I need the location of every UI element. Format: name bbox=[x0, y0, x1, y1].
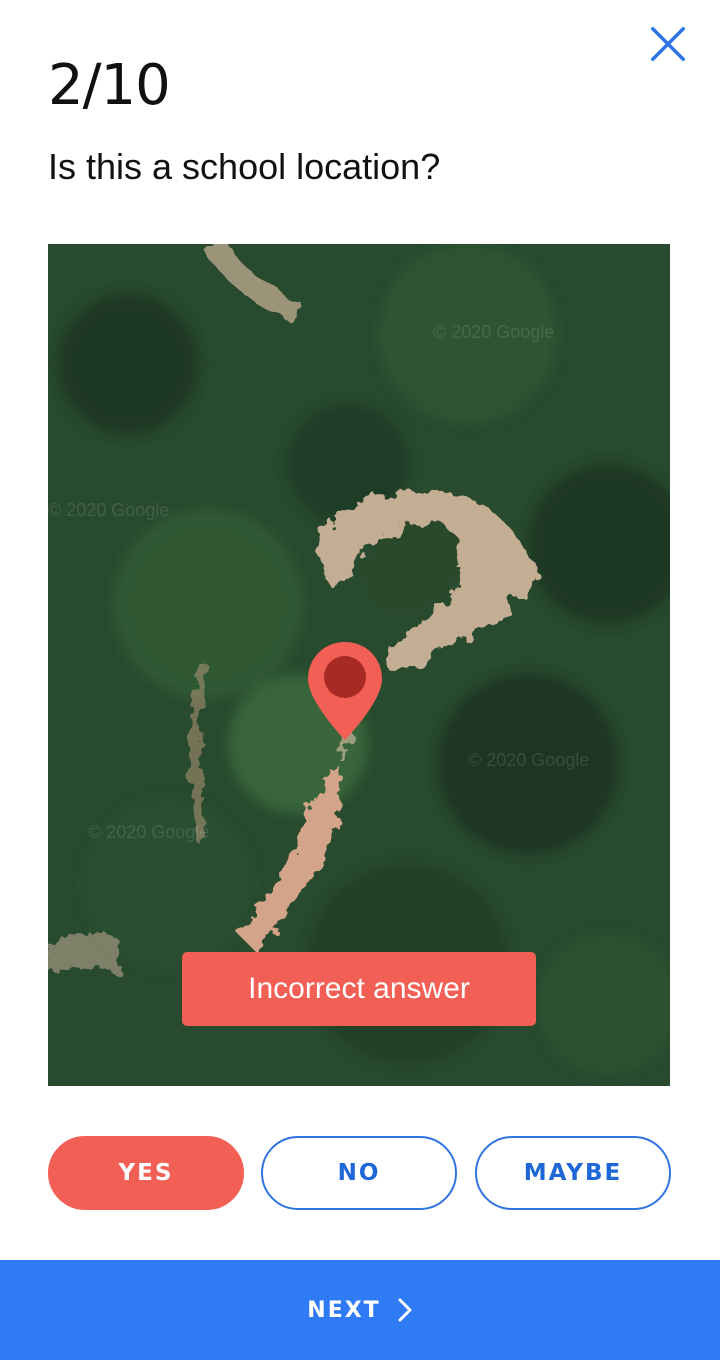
map-watermark: © 2020 Google bbox=[468, 750, 590, 770]
question-text: Is this a school location? bbox=[48, 146, 441, 187]
map-watermark: © 2020 Google bbox=[48, 500, 170, 520]
next-button[interactable]: NEXT bbox=[0, 1260, 720, 1360]
next-label: NEXT bbox=[307, 1297, 381, 1323]
feedback-banner: Incorrect answer bbox=[182, 952, 536, 1026]
map-watermark: © 2020 Google bbox=[433, 322, 555, 342]
answer-options: YES NO MAYBE bbox=[48, 1136, 674, 1210]
answer-no-button[interactable]: NO bbox=[261, 1136, 457, 1210]
map-watermark: © 2020 Google bbox=[88, 822, 210, 842]
answer-yes-button[interactable]: YES bbox=[48, 1136, 244, 1210]
answer-maybe-button[interactable]: MAYBE bbox=[475, 1136, 671, 1210]
question-progress: 2/10 bbox=[48, 53, 171, 118]
satellite-map: © 2020 Google © 2020 Google © 2020 Googl… bbox=[48, 244, 670, 1086]
location-pin-icon bbox=[308, 642, 382, 740]
location-marker bbox=[306, 640, 384, 742]
chevron-right-icon bbox=[398, 1298, 412, 1322]
close-button[interactable] bbox=[644, 20, 692, 68]
close-icon bbox=[650, 26, 686, 62]
